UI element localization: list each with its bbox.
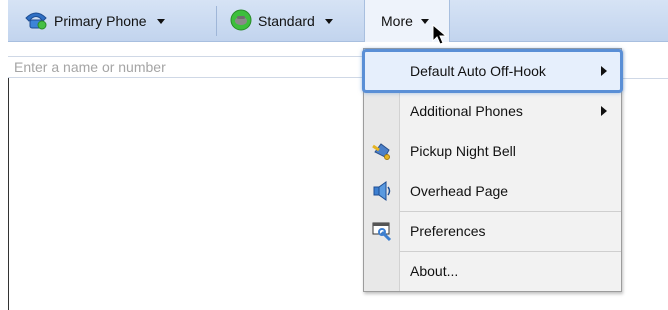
more-label: More [381, 13, 413, 29]
phone-icon [24, 10, 48, 33]
more-dropdown-menu: Default Auto Off-Hook Additional Phones … [362, 48, 623, 292]
preferences-icon [364, 211, 400, 251]
status-label: Standard [258, 13, 315, 29]
chevron-down-icon [420, 18, 429, 24]
mouse-cursor-icon [432, 23, 448, 49]
chevron-down-icon [324, 18, 333, 24]
menu-item-overhead-page[interactable]: Overhead Page [364, 171, 621, 211]
status-icon [230, 9, 252, 34]
toolbar-divider [216, 6, 217, 36]
menu-item-label: Pickup Night Bell [410, 143, 516, 159]
primary-phone-label: Primary Phone [54, 13, 147, 29]
chevron-right-icon [601, 106, 607, 116]
status-standard-button[interactable]: Standard [230, 0, 333, 42]
menu-item-label: Preferences [410, 223, 486, 239]
menu-item-default-auto-off-hook[interactable]: Default Auto Off-Hook [362, 49, 623, 93]
search-input[interactable] [8, 56, 364, 78]
toolbar: Primary Phone Standard More [8, 0, 668, 42]
menu-item-pickup-night-bell[interactable]: Pickup Night Bell [364, 131, 621, 171]
primary-phone-button[interactable]: Primary Phone [24, 0, 165, 42]
chevron-right-icon [601, 66, 607, 76]
menu-item-label: Additional Phones [410, 103, 523, 119]
menu-item-preferences[interactable]: Preferences [364, 211, 621, 251]
content-divider [620, 78, 668, 79]
speaker-icon [364, 171, 400, 211]
content-left-border [8, 78, 9, 310]
menu-item-additional-phones[interactable]: Additional Phones [364, 91, 621, 131]
bell-icon [364, 131, 400, 171]
menu-item-label: Overhead Page [410, 183, 509, 199]
menu-item-label: About... [410, 263, 459, 279]
chevron-down-icon [156, 18, 165, 24]
menu-item-about[interactable]: About... [364, 251, 621, 291]
menu-item-label: Default Auto Off-Hook [410, 63, 546, 79]
